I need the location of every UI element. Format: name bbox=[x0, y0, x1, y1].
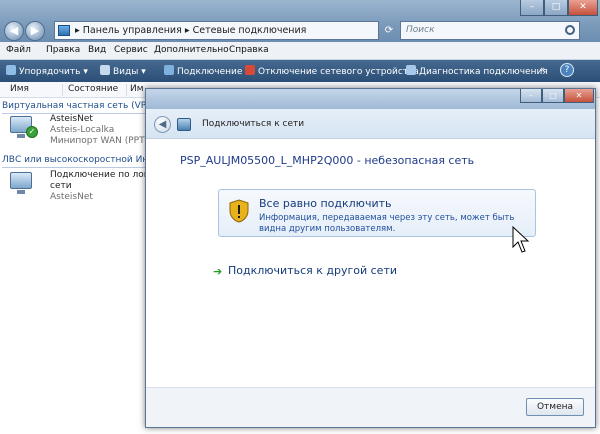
search-input[interactable]: Поиск bbox=[400, 21, 580, 40]
column-name[interactable]: Имя bbox=[10, 84, 29, 94]
group-lan[interactable]: ЛВС или высокоскоростной Инт bbox=[2, 155, 153, 165]
back-button[interactable]: ◀ bbox=[4, 21, 24, 41]
dialog-maximize-button[interactable]: □ bbox=[542, 89, 564, 103]
breadcrumb: ▸ Панель управления ▸ Сетевые подключени… bbox=[75, 25, 307, 36]
views-icon bbox=[100, 65, 110, 75]
dialog-close-button[interactable]: ✕ bbox=[564, 89, 594, 103]
connect-button[interactable]: Подключение bbox=[164, 65, 242, 77]
connect-label: Подключение bbox=[177, 67, 243, 77]
organize-label: Упорядочить bbox=[19, 67, 81, 77]
list-item-lan[interactable]: Подключение по локал сети AsteisNet bbox=[10, 170, 160, 210]
list-item-vpn[interactable]: ✓ AsteisNet Asteis-Localka Минипорт WAN … bbox=[10, 114, 154, 154]
disconnect-label: Отключение сетевого устройства bbox=[258, 67, 419, 77]
organize-button[interactable]: Упорядочить ▾ bbox=[6, 65, 88, 77]
mouse-cursor-icon bbox=[512, 226, 530, 253]
menu-advanced[interactable]: Дополнительно bbox=[154, 45, 229, 55]
connected-check-icon: ✓ bbox=[26, 126, 38, 138]
dialog-header: ◀ Подключиться к сети bbox=[146, 109, 595, 139]
command-toolbar: Упорядочить ▾ Виды ▾ Подключение Отключе… bbox=[0, 60, 600, 82]
forward-button[interactable]: ▶ bbox=[25, 21, 45, 41]
menu-help[interactable]: Справка bbox=[229, 45, 269, 55]
dialog-footer: Отмена bbox=[146, 387, 595, 427]
search-placeholder: Поиск bbox=[406, 25, 435, 35]
close-button[interactable]: ✕ bbox=[568, 0, 598, 16]
more-commands-button[interactable]: » bbox=[540, 65, 546, 75]
connection-name-cont: сети bbox=[50, 181, 72, 191]
other-network-label: Подключиться к другой сети bbox=[228, 264, 398, 277]
minimize-button[interactable]: – bbox=[520, 0, 544, 16]
list-item-text: Подключение по локал сети AsteisNet bbox=[50, 170, 160, 203]
connection-name: Подключение по локал bbox=[50, 170, 161, 180]
connection-device: Минипорт WAN (PPTP) bbox=[50, 136, 154, 146]
refresh-icon[interactable]: ⟳ bbox=[382, 21, 396, 40]
dialog-minimize-button[interactable]: – bbox=[520, 89, 542, 103]
window-titlebar: ◀ ▶ ▸ Панель управления ▸ Сетевые подклю… bbox=[0, 0, 600, 42]
connection-status: Asteis-Localka bbox=[50, 125, 115, 135]
search-icon[interactable] bbox=[565, 25, 575, 35]
menu-view[interactable]: Вид bbox=[88, 45, 106, 55]
disconnect-button[interactable]: Отключение сетевого устройства bbox=[245, 65, 419, 77]
menu-bar: Файл Правка Вид Сервис Дополнительно Спр… bbox=[0, 42, 600, 60]
column-device[interactable]: Им bbox=[130, 84, 144, 94]
connect-icon bbox=[164, 65, 174, 75]
menu-tools[interactable]: Сервис bbox=[114, 45, 148, 55]
views-label: Виды bbox=[113, 67, 139, 77]
connection-name: AsteisNet bbox=[50, 114, 93, 124]
green-arrow-icon: ➔ bbox=[213, 265, 223, 278]
maximize-button[interactable]: □ bbox=[544, 0, 568, 16]
cancel-button[interactable]: Отмена bbox=[526, 398, 584, 416]
connect-other-network-link[interactable]: ➔ Подключиться к другой сети bbox=[213, 264, 398, 278]
dialog-frame: – □ ✕ bbox=[146, 89, 595, 109]
network-name: PSP_AULJM05500_L_MHP2Q000 - небезопасная… bbox=[180, 154, 475, 167]
dialog-title: Подключиться к сети bbox=[202, 119, 305, 129]
column-divider[interactable] bbox=[62, 84, 63, 96]
network-icon bbox=[177, 118, 191, 131]
control-panel-icon bbox=[58, 25, 70, 36]
group-vpn[interactable]: Виртуальная частная сеть (VPN) bbox=[2, 101, 156, 111]
warning-shield-icon bbox=[229, 199, 249, 223]
column-status[interactable]: Состояние bbox=[68, 84, 118, 94]
connect-to-network-dialog: – □ ✕ ◀ Подключиться к сети PSP_AULJM055… bbox=[145, 88, 596, 428]
diagnose-button[interactable]: Диагностика подключения bbox=[406, 65, 548, 77]
column-divider[interactable] bbox=[126, 84, 127, 96]
menu-edit[interactable]: Правка bbox=[46, 45, 80, 55]
network-adapter-icon bbox=[10, 172, 32, 194]
option-title: Все равно подключить bbox=[259, 197, 392, 210]
organize-icon bbox=[6, 65, 16, 75]
diagnose-icon bbox=[406, 65, 416, 75]
option-description: Информация, передаваемая через эту сеть,… bbox=[259, 213, 515, 234]
views-button[interactable]: Виды ▾ bbox=[100, 65, 146, 77]
address-bar[interactable]: ▸ Панель управления ▸ Сетевые подключени… bbox=[54, 21, 379, 40]
disconnect-icon bbox=[245, 65, 255, 75]
diagnose-label: Диагностика подключения bbox=[419, 67, 548, 77]
connect-anyway-option[interactable]: Все равно подключить Информация, передав… bbox=[218, 189, 536, 237]
menu-file[interactable]: Файл bbox=[6, 45, 31, 55]
group-divider bbox=[2, 167, 145, 168]
connection-device: AsteisNet bbox=[50, 192, 93, 202]
help-icon[interactable]: ? bbox=[560, 63, 574, 77]
list-item-text: AsteisNet Asteis-Localka Минипорт WAN (P… bbox=[50, 114, 154, 147]
dialog-back-button[interactable]: ◀ bbox=[154, 116, 171, 133]
